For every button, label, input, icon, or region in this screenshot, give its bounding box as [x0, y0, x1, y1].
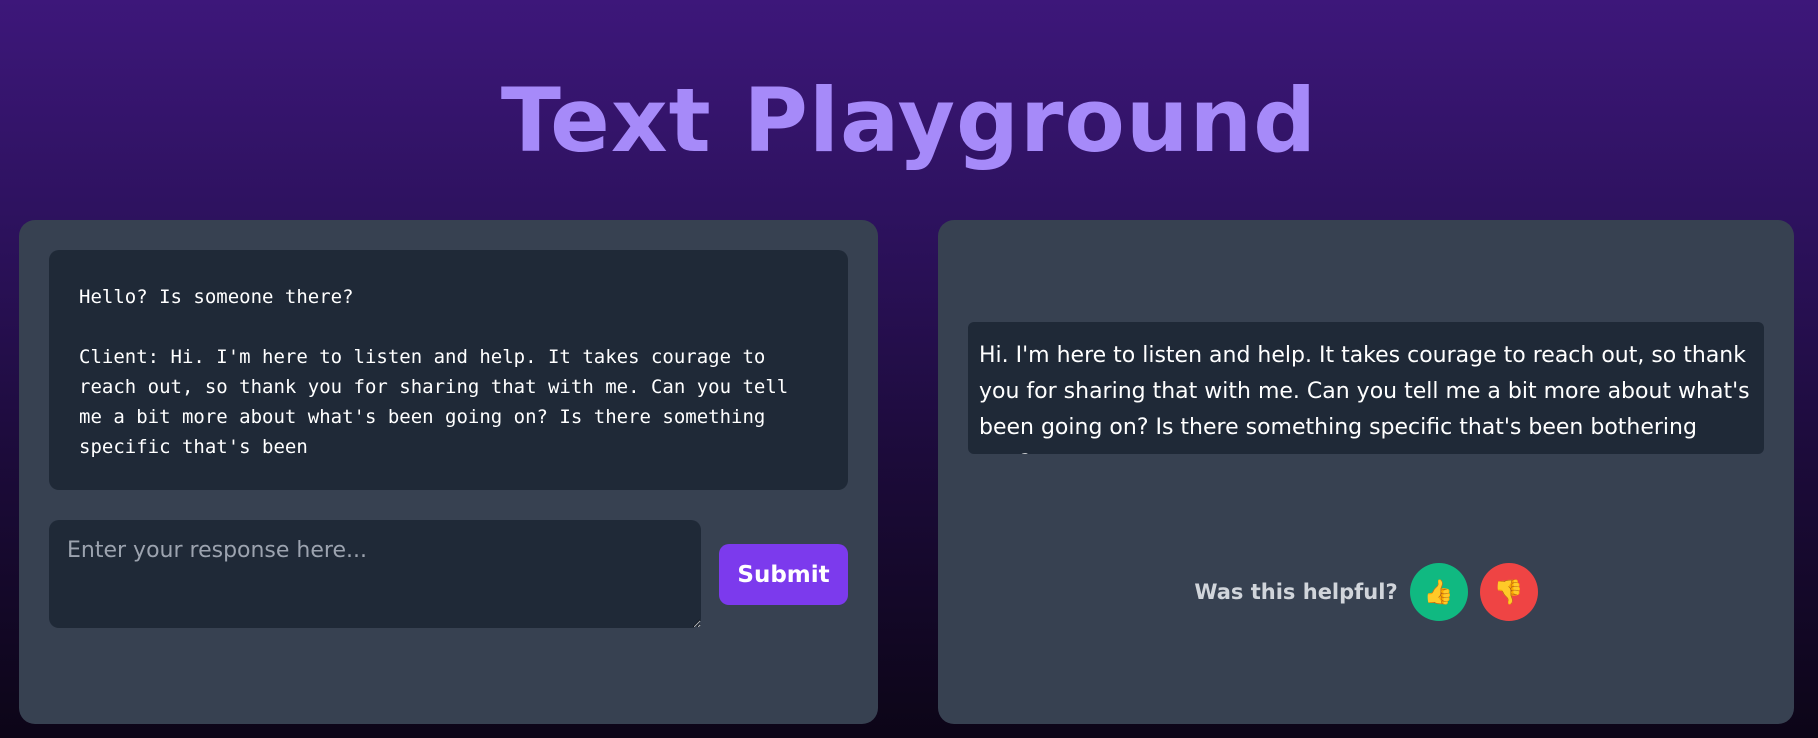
submit-button[interactable]: Submit [719, 544, 848, 605]
reply-text: Hi. I'm here to listen and help. It take… [968, 322, 1764, 454]
prompt-panel: Hello? Is someone there? Client: Hi. I'm… [19, 220, 878, 724]
reply-panel: Hi. I'm here to listen and help. It take… [938, 220, 1794, 724]
feedback-label: Was this helpful? [1194, 580, 1398, 604]
page-title: Text Playground [500, 69, 1318, 172]
thumbs-down-button[interactable]: 👎 [1479, 563, 1538, 621]
thumbs-up-icon: 👍 [1423, 578, 1454, 606]
thumbs-up-button[interactable]: 👍 [1409, 563, 1468, 621]
feedback-row: Was this helpful? 👍 👎 [938, 562, 1794, 622]
thumbs-down-icon: 👎 [1493, 578, 1524, 606]
conversation-text: Hello? Is someone there? Client: Hi. I'm… [49, 250, 848, 490]
response-input[interactable] [49, 520, 701, 628]
